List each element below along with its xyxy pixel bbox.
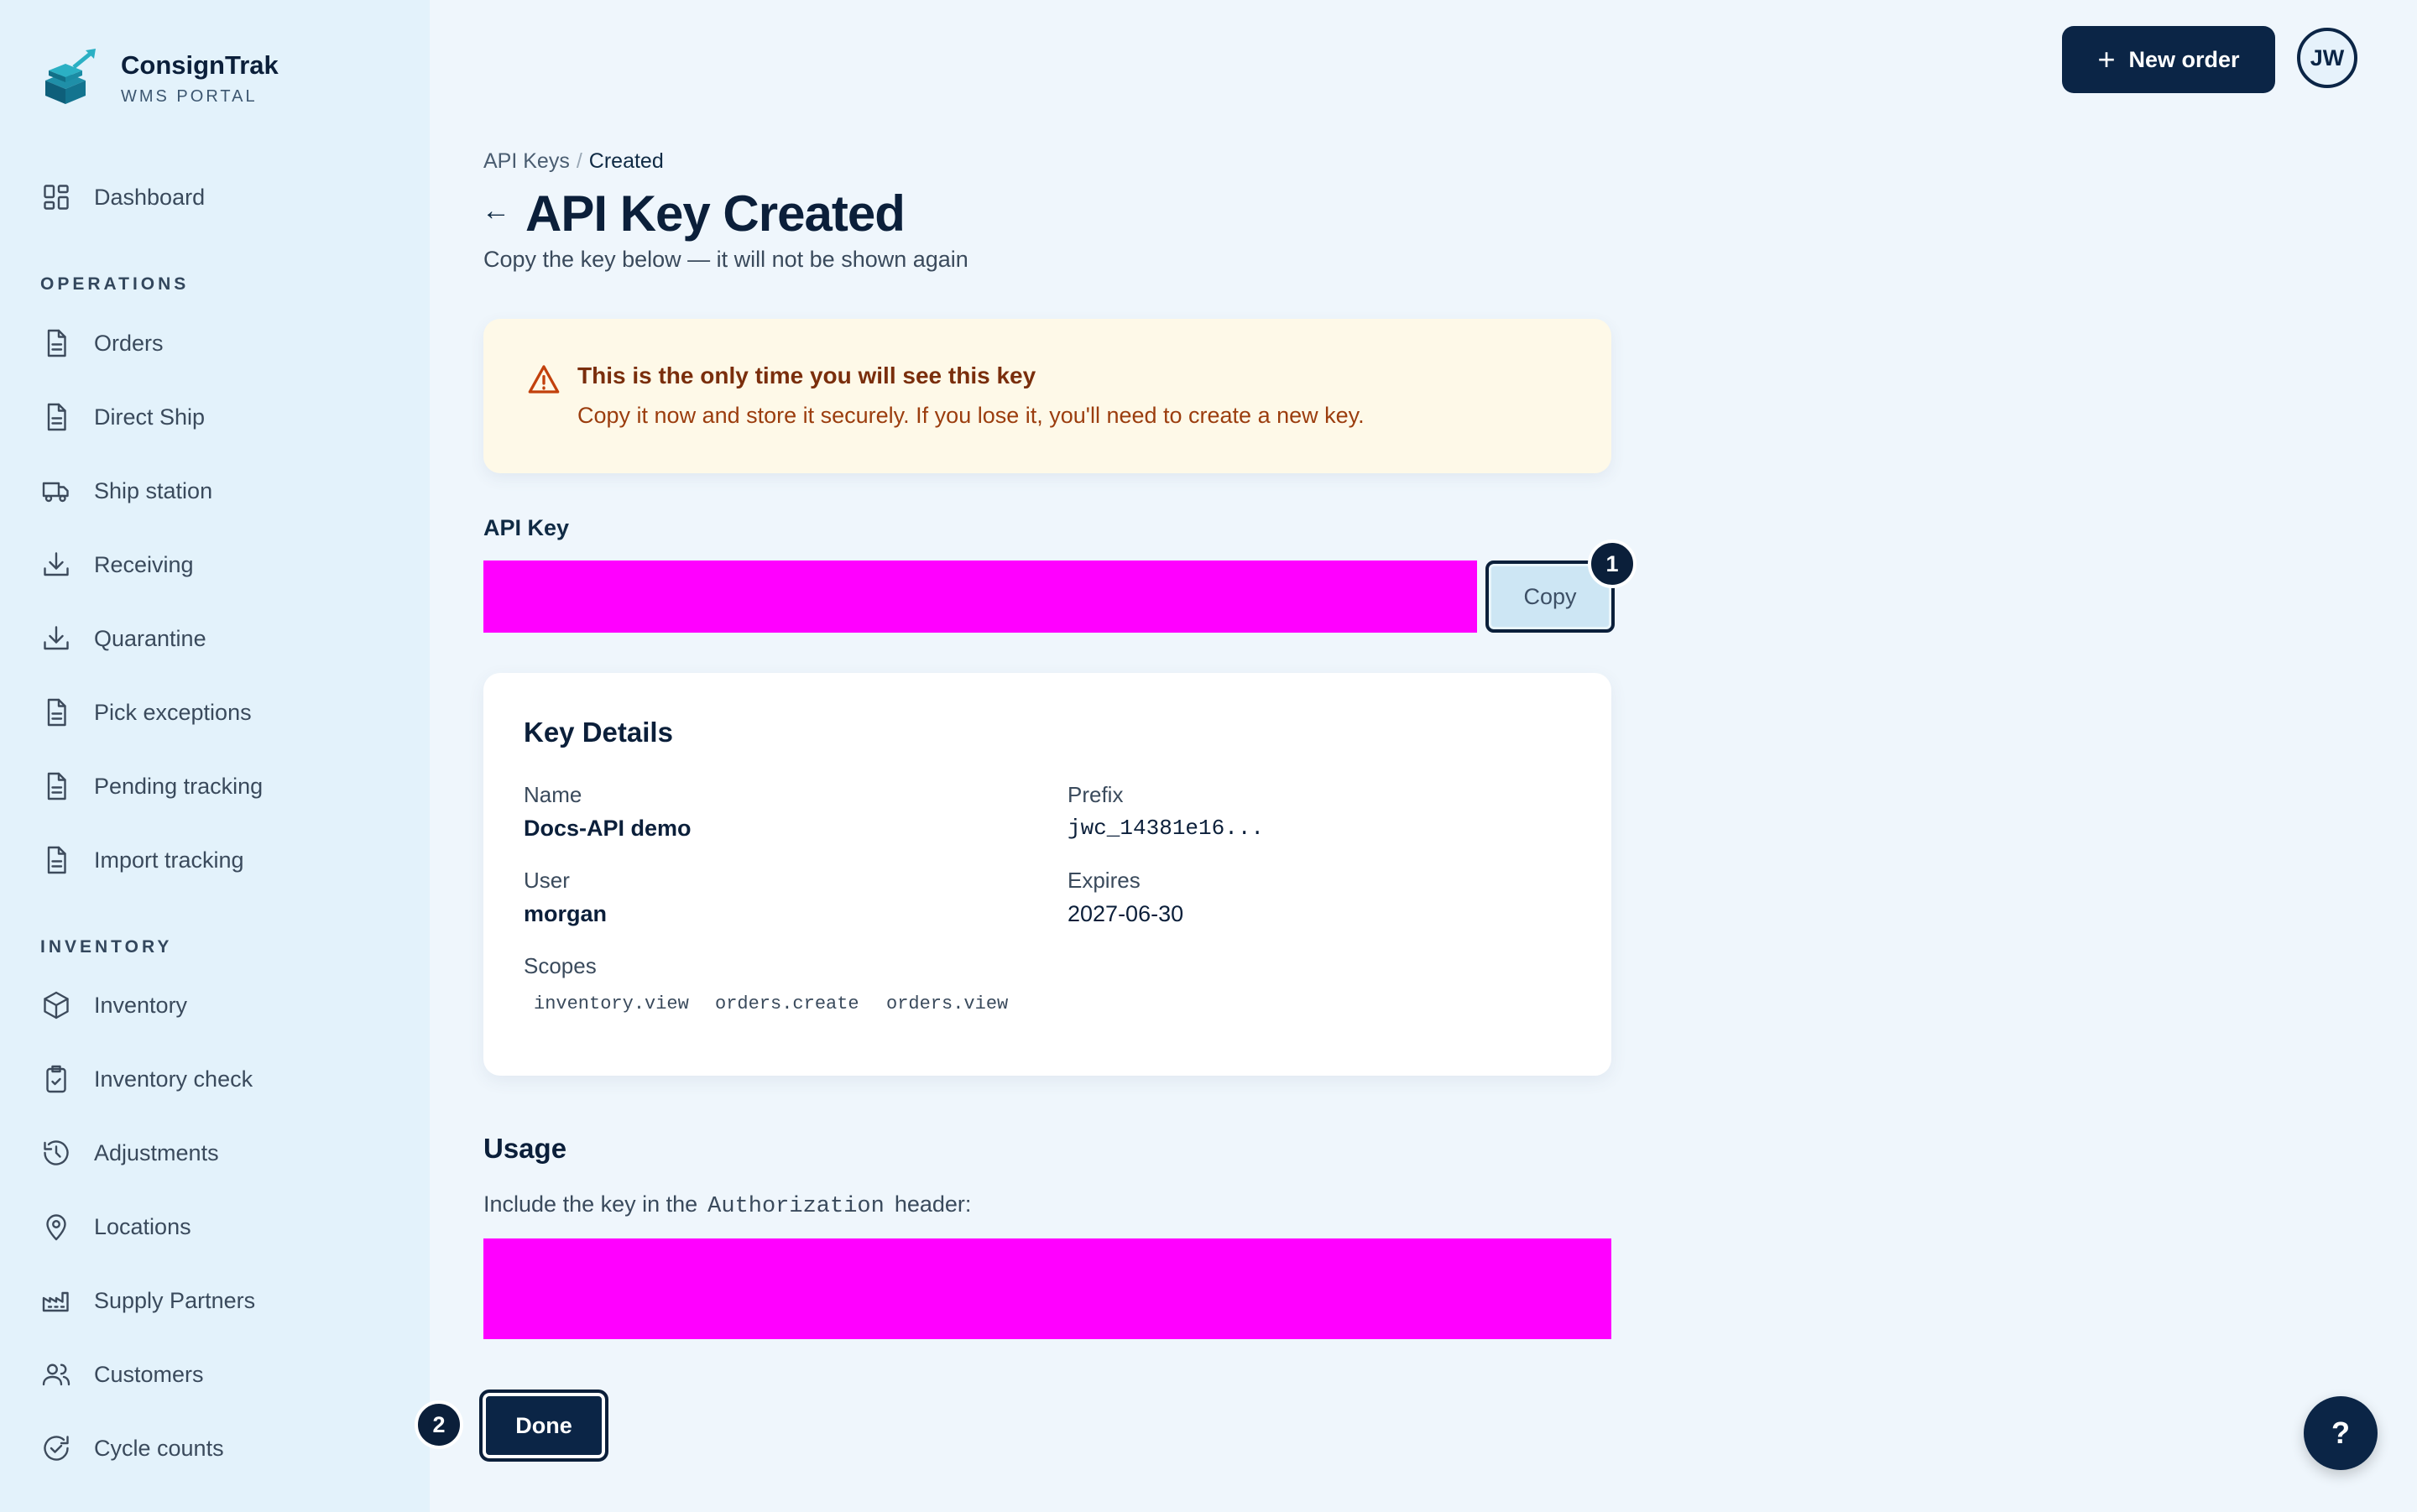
document-icon [40,696,72,728]
sidebar-item-direct-ship[interactable]: Direct Ship [40,390,393,444]
breadcrumb-current: Created [588,149,664,173]
user-value: morgan [524,901,608,926]
dashboard-grid-icon [40,181,72,213]
sidebar-item-customers[interactable]: Customers [40,1348,393,1401]
sidebar-item-supply-partners[interactable]: Supply Partners [40,1274,393,1327]
document-icon [40,401,72,433]
clipboard-check-icon [40,1063,72,1095]
sidebar-item-receiving[interactable]: Receiving [40,538,393,592]
scope-tag: orders.view [886,993,1009,1014]
sidebar-item-quarantine[interactable]: Quarantine [40,612,393,665]
help-button[interactable]: ? [2304,1396,2378,1470]
refresh-check-icon [40,1432,72,1464]
users-icon [40,1358,72,1390]
sidebar-item-cycle-counts[interactable]: Cycle counts [40,1421,393,1475]
sidebar-item-import-tracking[interactable]: Import tracking [40,833,393,887]
download-tray-icon [40,549,72,581]
factory-icon [40,1285,72,1316]
usage-text-after: header: [894,1191,972,1217]
breadcrumb-separator: / [576,149,582,173]
brand-subtitle: WMS PORTAL [121,87,258,106]
warning-triangle-icon [528,365,560,394]
expires-label: Expires [1068,868,1141,893]
map-pin-icon [40,1211,72,1243]
usage-header-code: Authorization [707,1194,885,1219]
document-icon [40,770,72,802]
done-button[interactable]: Done [479,1389,608,1462]
name-value: Docs-API demo [524,816,692,841]
expires-value: 2027-06-30 [1068,901,1184,926]
key-details-card: Key Details Name Docs-API demo Prefix jw… [483,673,1611,1076]
sidebar-item-label: Dashboard [94,184,206,210]
key-details-title: Key Details [524,717,673,748]
page-subtitle: Copy the key below — it will not be show… [483,247,968,272]
scope-tag: orders.create [715,993,859,1014]
prefix-value: jwc_14381e16... [1068,816,1265,841]
usage-code-block-redacted[interactable] [483,1238,1611,1339]
truck-icon [40,475,72,507]
sidebar-item-label: Supply Partners [94,1287,256,1313]
sidebar-item-locations[interactable]: Locations [40,1200,393,1254]
sidebar-item-label: Pick exceptions [94,699,252,725]
sidebar-item-pending-tracking[interactable]: Pending tracking [40,759,393,813]
section-heading-operations: OPERATIONS [40,274,190,294]
step-badge-1: 1 [1588,540,1637,588]
document-icon [40,844,72,876]
scope-tag: inventory.view [534,993,689,1014]
api-key-label: API Key [483,515,570,540]
sidebar-item-dashboard[interactable]: Dashboard [40,170,393,224]
sidebar-item-adjustments[interactable]: Adjustments [40,1126,393,1180]
user-label: User [524,868,570,893]
warning-title: This is the only time you will see this … [577,362,1036,388]
cube-icon [40,989,72,1021]
sidebar-item-label: Locations [94,1213,191,1239]
usage-text-before: Include the key in the [483,1191,698,1217]
plus-icon: + [2097,42,2116,76]
api-key-value-redacted[interactable] [483,560,1477,633]
back-arrow-icon[interactable]: ← [482,195,510,227]
sidebar-item-inventory[interactable]: Inventory [40,978,393,1032]
warning-text: Copy it now and store it securely. If yo… [577,403,1365,428]
sidebar-item-label: Direct Ship [94,404,206,430]
page-title: API Key Created [525,185,906,242]
warning-banner: This is the only time you will see this … [483,319,1611,473]
download-tray-icon [40,623,72,654]
sidebar-item-label: Inventory check [94,1066,253,1092]
scopes-label: Scopes [524,953,597,978]
sidebar: ConsignTrak WMS PORTAL Dashboard OPERATI… [0,0,430,1512]
name-label: Name [524,782,582,807]
sidebar-item-label: Receiving [94,551,194,577]
sidebar-item-label: Quarantine [94,625,206,651]
prefix-label: Prefix [1068,782,1124,807]
document-icon [40,327,72,359]
breadcrumb-link-api-keys[interactable]: API Keys [483,149,570,173]
brand-name: ConsignTrak [121,50,279,80]
usage-title: Usage [483,1133,567,1164]
new-order-label: New order [2128,46,2240,72]
sidebar-item-label: Import tracking [94,847,244,873]
sidebar-item-label: Pending tracking [94,773,264,799]
breadcrumb: API Keys / Created [483,149,664,174]
sidebar-item-inventory-check[interactable]: Inventory check [40,1052,393,1106]
sidebar-item-label: Ship station [94,477,213,503]
sidebar-item-orders[interactable]: Orders [40,316,393,370]
section-heading-inventory: INVENTORY [40,937,173,957]
sidebar-item-label: Orders [94,330,164,356]
history-icon [40,1137,72,1169]
stacked-boxes-arrow-icon [45,49,96,104]
sidebar-item-label: Cycle counts [94,1435,224,1461]
avatar[interactable]: JW [2297,28,2357,88]
sidebar-item-ship-station[interactable]: Ship station [40,464,393,518]
sidebar-item-label: Inventory [94,992,188,1018]
new-order-button[interactable]: + New order [2062,26,2275,93]
usage-instructions: Include the key in the Authorization heade… [483,1191,971,1219]
sidebar-item-label: Customers [94,1361,204,1387]
sidebar-item-pick-exceptions[interactable]: Pick exceptions [40,686,393,739]
sidebar-item-label: Adjustments [94,1139,219,1165]
step-badge-2: 2 [415,1400,463,1449]
